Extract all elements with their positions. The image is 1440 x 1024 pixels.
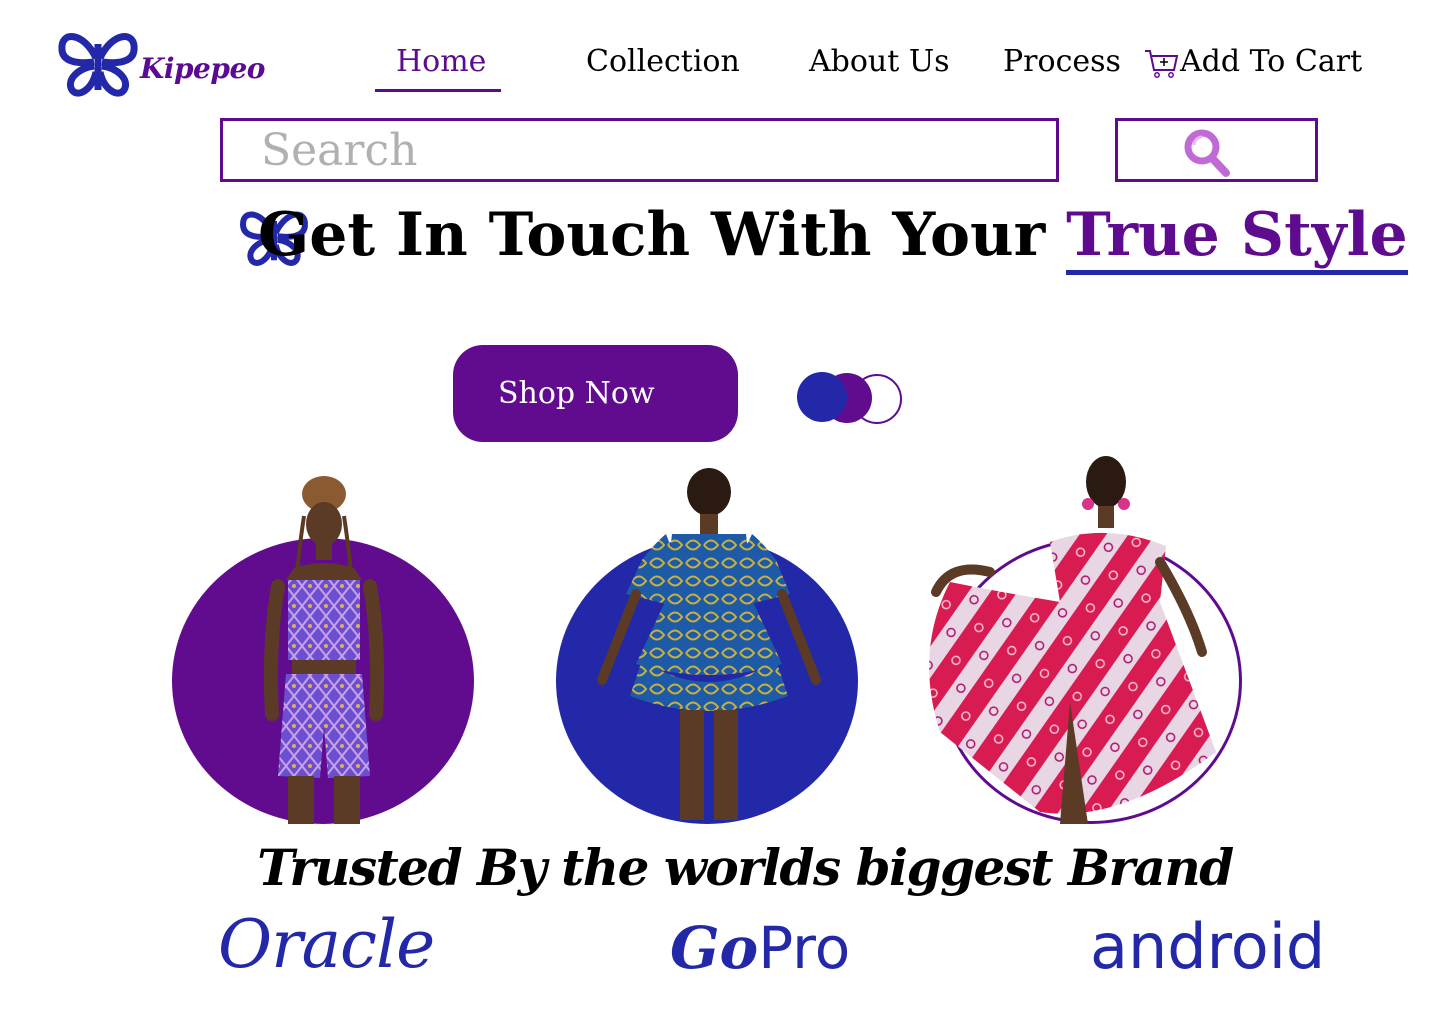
search-button[interactable] (1115, 118, 1318, 182)
nav-home[interactable]: Home (396, 44, 486, 79)
nav-collection[interactable]: Collection (586, 44, 740, 79)
brand-gopro-go: Go (670, 914, 759, 982)
hero-title-accent: True Style (1066, 200, 1408, 275)
butterfly-logo-icon (58, 33, 138, 97)
brand-logo-android: android (1090, 910, 1326, 983)
hero-title-prefix: Get In Touch With Your (258, 200, 1067, 270)
brand-logo[interactable]: Kipepeo (56, 28, 265, 100)
product-card-3[interactable] (920, 452, 1242, 824)
nav-process[interactable]: Process (1003, 44, 1121, 79)
hero-title: Get In Touch With Your True Style (258, 200, 1408, 275)
brand-logo-oracle: Oracle (218, 906, 435, 983)
search-box (220, 118, 1059, 182)
nav-about-us[interactable]: About Us (809, 44, 950, 79)
nav-add-to-cart[interactable]: Add To Cart (1180, 44, 1362, 79)
search-icon (1184, 129, 1230, 177)
cart-icon[interactable] (1143, 48, 1179, 80)
trusted-heading: Trusted By the worlds biggest Brand (257, 838, 1234, 897)
search-input[interactable] (223, 121, 1056, 179)
product-card-1[interactable] (172, 460, 474, 824)
nav-active-indicator (375, 89, 501, 92)
brand-gopro-pro: Pro (758, 914, 851, 982)
product-image-maxi-dress (929, 456, 1216, 824)
shop-now-button[interactable]: Shop Now (453, 345, 738, 442)
carousel-dot-1[interactable] (797, 372, 847, 422)
brand-logo-text: Kipepeo (140, 52, 265, 85)
product-image-puff-dress (597, 468, 821, 820)
product-card-2[interactable] (556, 460, 858, 824)
brand-logo-gopro: GoPro (670, 914, 850, 982)
product-image-two-piece (263, 476, 385, 824)
